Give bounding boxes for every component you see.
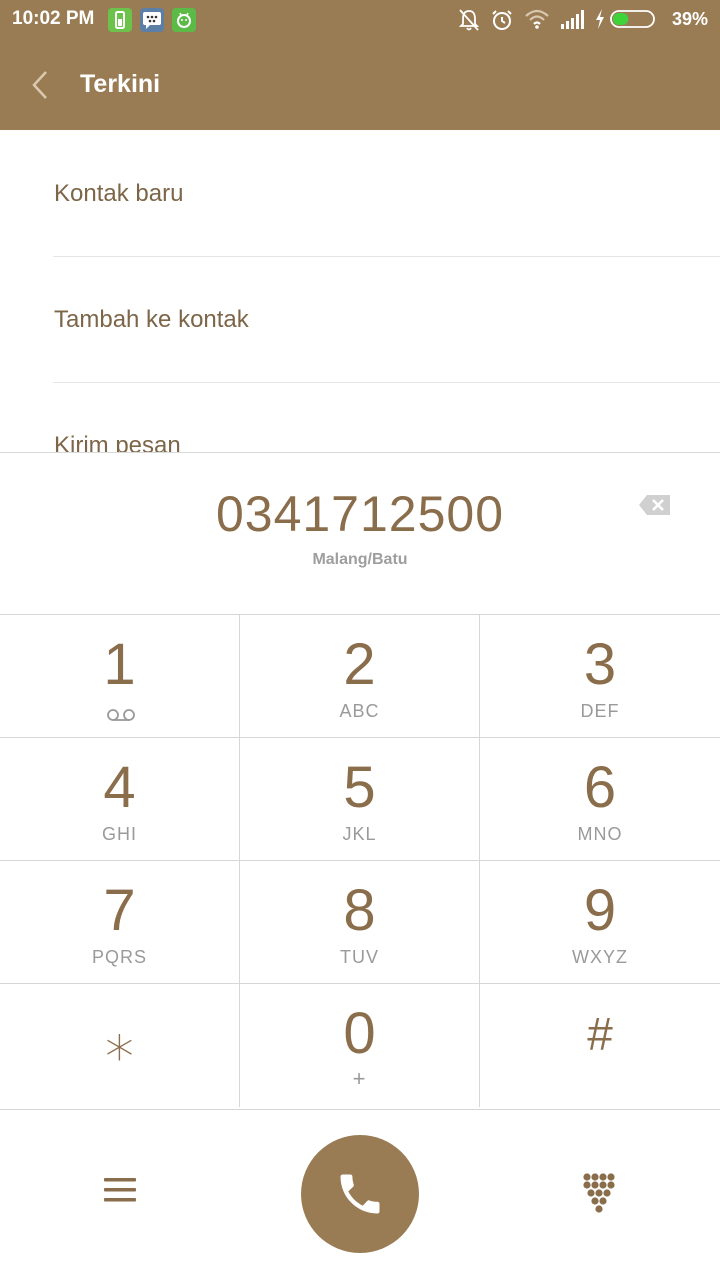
voicemail-icon xyxy=(107,709,135,721)
key-star[interactable]: ⁎ xyxy=(0,984,240,1107)
key-0[interactable]: 0 + xyxy=(240,984,480,1107)
key-letters: DEF xyxy=(580,701,620,721)
page-title: Terkini xyxy=(80,70,161,98)
key-7[interactable]: 7 PQRS xyxy=(0,861,240,984)
key-digit: ⁎ xyxy=(105,1007,134,1072)
status-icons: 39% xyxy=(458,6,708,34)
option-add-to-contact[interactable]: Tambah ke kontak xyxy=(53,256,720,383)
key-letters: + xyxy=(352,1066,367,1091)
mute-icon xyxy=(458,9,480,31)
back-button[interactable] xyxy=(28,68,54,102)
key-digit: 8 xyxy=(343,878,376,943)
phone-icon xyxy=(340,1174,380,1214)
battery-icon xyxy=(610,10,655,28)
battery-app-icon xyxy=(108,8,132,32)
key-digit: # xyxy=(587,1008,613,1060)
option-new-contact[interactable]: Kontak baru xyxy=(53,130,720,257)
dialed-number[interactable]: 0341712500 xyxy=(0,485,720,543)
key-digit: 3 xyxy=(583,632,617,697)
signal-icon xyxy=(561,10,584,29)
options-list: Kontak baru Tambah ke kontak Kirim pesan xyxy=(0,130,720,452)
key-hash[interactable]: # xyxy=(480,984,720,1107)
alarm-icon xyxy=(492,10,512,30)
key-8[interactable]: 8 TUV xyxy=(240,861,480,984)
key-letters: ABC xyxy=(339,701,380,721)
backspace-icon[interactable] xyxy=(638,493,672,517)
status-time: 10:02 PM xyxy=(12,8,95,29)
option-label: Kontak baru xyxy=(54,180,184,207)
key-digit: 6 xyxy=(583,755,617,820)
key-letters: WXYZ xyxy=(572,947,628,967)
menu-icon[interactable] xyxy=(104,1176,136,1204)
option-label: Tambah ke kontak xyxy=(54,306,249,333)
key-letters: JKL xyxy=(342,824,377,844)
key-9[interactable]: 9 WXYZ xyxy=(480,861,720,984)
key-letters: GHI xyxy=(101,824,137,844)
key-digit: 5 xyxy=(343,755,376,820)
call-button[interactable] xyxy=(301,1135,419,1253)
key-letters: MNO xyxy=(577,824,623,844)
key-digit: 4 xyxy=(103,755,136,820)
dialpad-icon[interactable] xyxy=(582,1172,616,1216)
dial-keypad: 1 2 ABC 3 DEF 4 GHI 5 JKL 6 MNO 7 PQRS 8… xyxy=(0,614,720,1110)
key-5[interactable]: 5 JKL xyxy=(240,738,480,861)
bbm-icon xyxy=(140,8,164,32)
number-location: Malang/Batu xyxy=(312,551,408,568)
app-header: 10:02 PM 39% Terkini xyxy=(0,0,720,130)
key-letters: TUV xyxy=(340,947,379,967)
key-4[interactable]: 4 GHI xyxy=(0,738,240,861)
android-icon xyxy=(172,8,196,32)
key-letters: PQRS xyxy=(91,947,147,967)
key-digit: 9 xyxy=(583,878,617,943)
key-digit: 1 xyxy=(103,632,136,697)
status-bar: 10:02 PM 39% xyxy=(0,0,720,40)
key-1[interactable]: 1 xyxy=(0,615,240,738)
key-digit: 0 xyxy=(343,1001,376,1066)
key-digit: 2 xyxy=(343,632,376,697)
key-2[interactable]: 2 ABC xyxy=(240,615,480,738)
bottom-bar xyxy=(0,1108,720,1280)
option-label: Kirim pesan xyxy=(54,432,181,452)
option-send-message[interactable]: Kirim pesan xyxy=(53,382,720,452)
wifi-icon xyxy=(525,9,549,29)
charging-icon xyxy=(596,9,604,29)
battery-percent: 39% xyxy=(671,9,708,29)
key-3[interactable]: 3 DEF xyxy=(480,615,720,738)
key-6[interactable]: 6 MNO xyxy=(480,738,720,861)
key-digit: 7 xyxy=(103,878,136,943)
number-display: 0341712500 Malang/Batu xyxy=(0,452,720,615)
